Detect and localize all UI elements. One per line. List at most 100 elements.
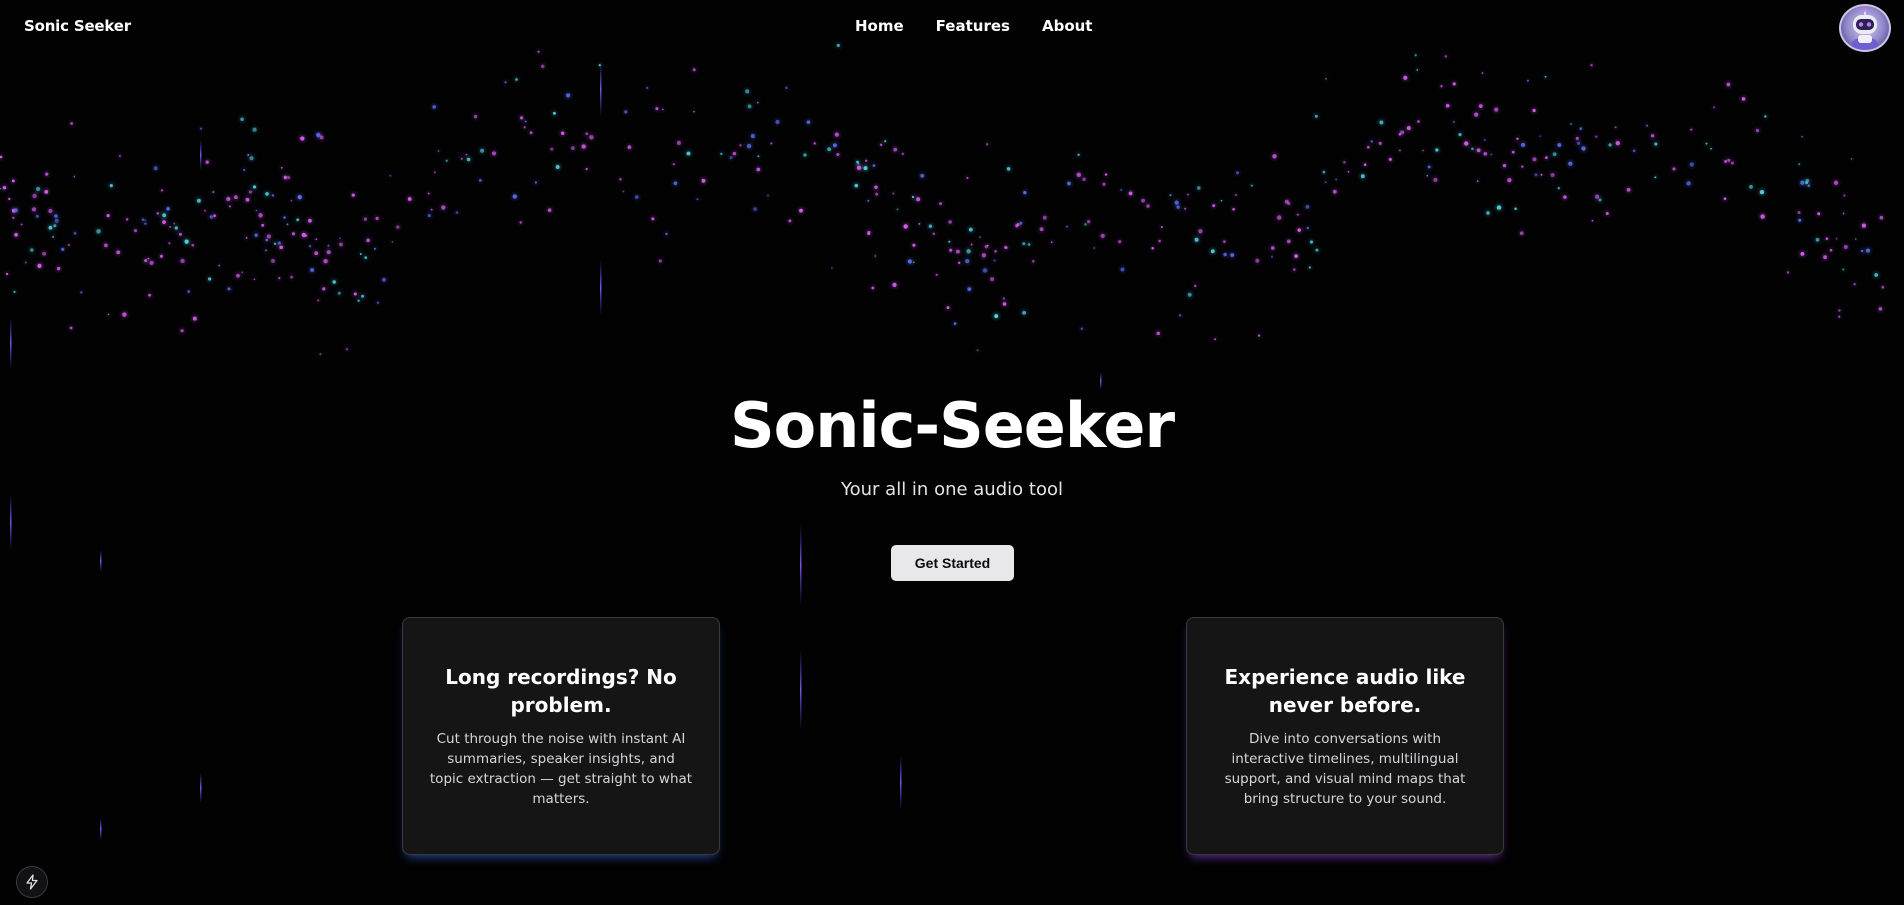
- particle-dot: [366, 238, 370, 243]
- particle-dot: [316, 132, 321, 138]
- particle-dot: [1315, 248, 1319, 252]
- particle-dot: [187, 290, 191, 293]
- particle-dot: [1250, 184, 1253, 187]
- nav-links: Home Features About: [855, 17, 1092, 35]
- particle-dot: [1860, 249, 1864, 253]
- particle-dots: [0, 43, 1885, 356]
- particle-dot: [147, 257, 150, 260]
- particle-dot: [1539, 135, 1542, 137]
- particle-dot: [255, 209, 258, 212]
- particle-dot: [957, 261, 961, 265]
- particle-dot: [1236, 171, 1239, 175]
- particle-dot: [1552, 152, 1557, 157]
- particle-dot: [317, 299, 320, 302]
- particle-dot: [1805, 181, 1809, 185]
- particle-dot: [1084, 223, 1087, 226]
- nav-link-features[interactable]: Features: [936, 17, 1010, 35]
- particle-dot: [1296, 213, 1299, 216]
- particle-dot: [44, 190, 49, 194]
- particle-dot: [1158, 239, 1161, 243]
- particle-dot: [473, 114, 478, 119]
- particle-dot: [598, 64, 601, 67]
- light-streak: [1100, 372, 1102, 390]
- particle-dot: [1022, 310, 1026, 315]
- particle-dot: [166, 207, 170, 211]
- particle-dot: [1568, 161, 1573, 166]
- particle-dot: [1483, 151, 1488, 156]
- particle-dot: [1452, 82, 1456, 86]
- particle-dot: [547, 208, 552, 212]
- bolt-button[interactable]: [16, 866, 48, 898]
- particle-dot: [1022, 242, 1026, 246]
- particle-dot: [445, 159, 448, 162]
- particle-dot: [976, 349, 979, 352]
- particle-dot: [1526, 79, 1529, 82]
- particle-dot: [1481, 72, 1484, 74]
- particle-dot: [104, 243, 108, 248]
- particle-dot: [278, 276, 281, 280]
- particle-dot: [1723, 197, 1727, 201]
- particle-dot: [785, 86, 788, 90]
- particle-dot: [1823, 255, 1827, 260]
- particle-dot: [1726, 82, 1731, 87]
- nav-link-about[interactable]: About: [1042, 17, 1093, 35]
- particle-dot: [1232, 207, 1235, 211]
- particle-dot: [1347, 170, 1350, 173]
- particle-dot: [646, 86, 649, 89]
- particle-dot: [478, 179, 482, 182]
- particle-dot: [1272, 154, 1277, 159]
- particle-dot: [1080, 327, 1084, 330]
- particle-dot: [199, 127, 203, 130]
- particle-dot: [571, 146, 575, 150]
- particle-dot: [1005, 246, 1008, 249]
- particle-dot: [279, 245, 283, 250]
- particle-dot: [1169, 194, 1172, 197]
- particle-dot: [529, 131, 533, 135]
- particle-dot: [619, 178, 622, 181]
- particle-dot: [430, 208, 433, 211]
- particle-dot: [1724, 159, 1728, 163]
- particle-dot: [109, 184, 113, 188]
- light-streak: [900, 755, 902, 810]
- user-avatar[interactable]: [1839, 4, 1891, 52]
- particle-dot: [1076, 172, 1082, 177]
- particle-dot: [1398, 149, 1401, 152]
- particle-dot: [141, 218, 145, 221]
- particle-dot: [984, 244, 988, 249]
- particle-dot: [994, 249, 997, 253]
- particle-dot: [291, 232, 296, 236]
- light-streak: [100, 818, 102, 840]
- particle-dot: [806, 120, 811, 124]
- particle-dot: [156, 212, 160, 215]
- particle-dot: [1608, 143, 1612, 147]
- particle-dot: [912, 261, 915, 264]
- particle-dot: [892, 192, 895, 195]
- particle-dot: [693, 110, 695, 113]
- particle-dot: [879, 143, 883, 147]
- get-started-button[interactable]: Get Started: [891, 545, 1014, 581]
- particle-dot: [300, 136, 305, 141]
- particle-dot: [266, 234, 271, 239]
- particle-dot: [747, 104, 752, 109]
- particle-dot: [1881, 285, 1885, 289]
- brand-logo-text[interactable]: Sonic Seeker: [24, 17, 131, 35]
- particle-dot: [480, 148, 485, 153]
- particle-dot: [872, 164, 876, 168]
- particle-dot: [627, 145, 632, 150]
- particle-dot: [1797, 211, 1801, 215]
- particle-dot: [245, 237, 248, 239]
- particle-dot: [1850, 158, 1853, 160]
- particle-dot: [153, 166, 158, 171]
- particle-dot: [35, 214, 39, 218]
- particle-dot: [729, 156, 733, 160]
- particle-dot: [122, 312, 127, 317]
- nav-link-home[interactable]: Home: [855, 17, 904, 35]
- particle-dot: [874, 255, 877, 257]
- particle-dot: [315, 238, 318, 241]
- particle-dot: [1220, 199, 1223, 202]
- particle-dot: [912, 243, 916, 247]
- particle-dot: [1416, 69, 1419, 71]
- particle-dot: [271, 258, 275, 263]
- particle-dot: [875, 192, 879, 196]
- particle-dot: [1360, 174, 1365, 179]
